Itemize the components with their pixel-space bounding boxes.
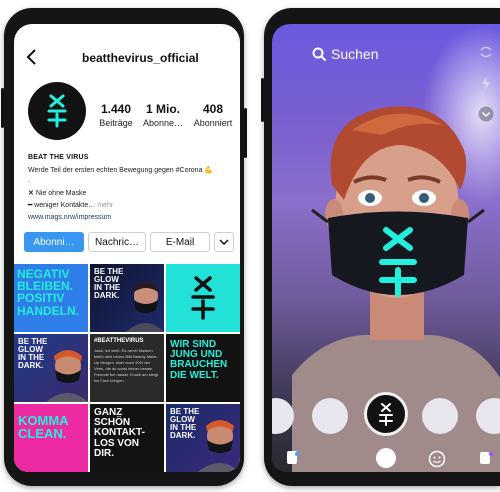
bio-item: ✕ Nie ohne Maske	[28, 189, 233, 199]
record-button[interactable]	[376, 448, 396, 468]
post-grid: NEGATIV BLEIBEN. POSITIV HANDELN. BE THE…	[14, 264, 240, 472]
post-text: NEGATIV BLEIBEN. POSITIV HANDELN.	[17, 267, 79, 318]
profile-username: beatthevirus_official	[82, 51, 199, 65]
avatar[interactable]	[28, 82, 86, 140]
bio-item-text: weniger Kontakte…	[34, 202, 96, 209]
stat-label: Abonniert	[193, 118, 233, 128]
face-lens-icon[interactable]	[428, 450, 446, 468]
search-icon	[312, 47, 326, 61]
bio-link[interactable]: www.mags.nrw/impressum	[28, 214, 233, 221]
post-text: BE THE GLOW IN THE DARK.	[18, 337, 48, 371]
profile-header: beatthevirus_official	[14, 46, 240, 72]
gallery-icon[interactable]	[286, 450, 300, 466]
bio-name: BEAT THE VIRUS	[28, 154, 89, 161]
lens-option[interactable]	[476, 398, 500, 434]
post-text: KOMMA CLEAN.	[18, 413, 69, 442]
settings-icon[interactable]	[478, 450, 494, 466]
post-tile[interactable]: BE THE GLOW IN THE DARK.	[90, 264, 164, 332]
post-text: BE THE GLOW IN THE DARK.	[170, 407, 200, 441]
stat-label: Abonne…	[142, 118, 184, 128]
post-text: WIR SIND JUNG UND BRAUCHEN DIE WELT.	[170, 339, 228, 381]
chevron-down-icon	[219, 239, 229, 246]
profile-stats: 1.440 Beiträge 1 Mio. Abonne… 408 Abonni…	[94, 102, 240, 128]
post-body-text: Jaaa, ich weiß: Es nervt! Masken bleibt …	[94, 348, 159, 383]
phone-frame-right: Suchen	[261, 8, 500, 486]
bio-item: ━ weniger Kontakte… mehr	[28, 201, 233, 211]
follow-button[interactable]: Abonni…	[24, 232, 84, 252]
flash-icon[interactable]	[478, 75, 494, 91]
stat-value: 1 Mio.	[145, 102, 180, 116]
stat-followers[interactable]: 1 Mio. Abonne…	[138, 102, 188, 128]
volume-button	[1, 88, 4, 128]
logo-icon	[379, 403, 393, 426]
suggestions-button[interactable]	[214, 232, 234, 252]
profile-bio: BEAT THE VIRUS Werde Teil der ersten ech…	[28, 154, 233, 221]
phone-frame-left: beatthevirus_official 1.440 Beiträge 1 M…	[1, 8, 247, 486]
person-icon	[46, 350, 88, 402]
x-icon: ✕	[28, 190, 34, 197]
more-link[interactable]: mehr	[97, 202, 113, 209]
post-hashtag: #BEATTHEVIRUS	[94, 338, 144, 344]
lens-option[interactable]	[272, 398, 294, 434]
stat-label: Beiträge	[99, 118, 133, 128]
snapchat-camera-screen: Suchen	[272, 24, 500, 472]
bio-item-text: Nie ohne Maske	[35, 190, 87, 197]
lens-option[interactable]	[312, 398, 348, 434]
post-text: BE THE GLOW IN THE DARK.	[94, 267, 124, 301]
post-tile[interactable]: KOMMA CLEAN.	[14, 404, 88, 472]
bio-text: Werde Teil der ersten echten Bewegung ge…	[28, 167, 214, 174]
flip-camera-icon[interactable]	[478, 44, 494, 60]
post-tile[interactable]: WIR SIND JUNG UND BRAUCHEN DIE WELT.	[166, 334, 240, 402]
back-arrow-icon[interactable]	[24, 48, 42, 66]
volume-button	[261, 78, 264, 122]
lens-carousel	[272, 392, 500, 436]
person-icon	[126, 282, 164, 332]
post-tile[interactable]: #BEATTHEVIRUS Jaaa, ich weiß: Es nervt! …	[90, 334, 164, 402]
person-icon	[198, 420, 240, 472]
email-button[interactable]: E-Mail	[150, 232, 210, 252]
camera-bottom-bar	[272, 444, 500, 472]
search-label: Suchen	[331, 46, 379, 62]
post-tile[interactable]: BE THE GLOW IN THE DARK.	[14, 334, 88, 402]
stat-value: 1.440	[100, 102, 132, 116]
post-tile[interactable]: BE THE GLOW IN THE DARK.	[166, 404, 240, 472]
post-tile[interactable]	[166, 264, 240, 332]
stat-posts[interactable]: 1.440 Beiträge	[94, 102, 138, 128]
post-text: GANZ SCHÖN KONTAKT- LOS VON DIR.	[94, 407, 145, 459]
logo-icon	[191, 276, 215, 320]
bio-dot: .	[28, 177, 30, 184]
minus-icon: ━	[28, 202, 33, 209]
lens-option[interactable]	[422, 398, 458, 434]
logo-icon	[47, 94, 67, 128]
search-bar[interactable]: Suchen	[312, 46, 378, 62]
capture-button[interactable]	[364, 392, 408, 436]
stat-following[interactable]: 408 Abonniert	[188, 102, 238, 128]
post-tile[interactable]: NEGATIV BLEIBEN. POSITIV HANDELN.	[14, 264, 88, 332]
instagram-profile-screen: beatthevirus_official 1.440 Beiträge 1 M…	[14, 24, 240, 472]
profile-actions: Abonni… Nachric… E-Mail	[24, 232, 234, 252]
stat-value: 408	[202, 102, 224, 116]
power-button	[244, 108, 247, 158]
post-tile[interactable]: GANZ SCHÖN KONTAKT- LOS VON DIR.	[90, 404, 164, 472]
message-button[interactable]: Nachric…	[88, 232, 146, 252]
